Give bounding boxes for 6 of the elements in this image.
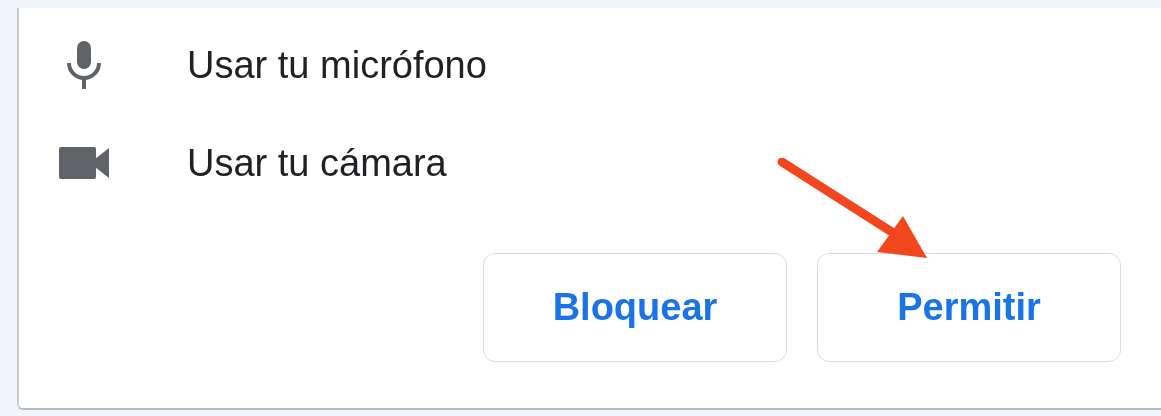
dialog-button[interactable]: Bloquear <box>483 253 787 362</box>
permission-label: Usar tu cámara <box>187 141 447 185</box>
video-camera-icon <box>59 147 109 179</box>
permission-label: Usar tu micrófono <box>187 43 487 87</box>
dialog-button[interactable]: Permitir <box>817 253 1121 362</box>
microphone-icon <box>64 41 104 89</box>
